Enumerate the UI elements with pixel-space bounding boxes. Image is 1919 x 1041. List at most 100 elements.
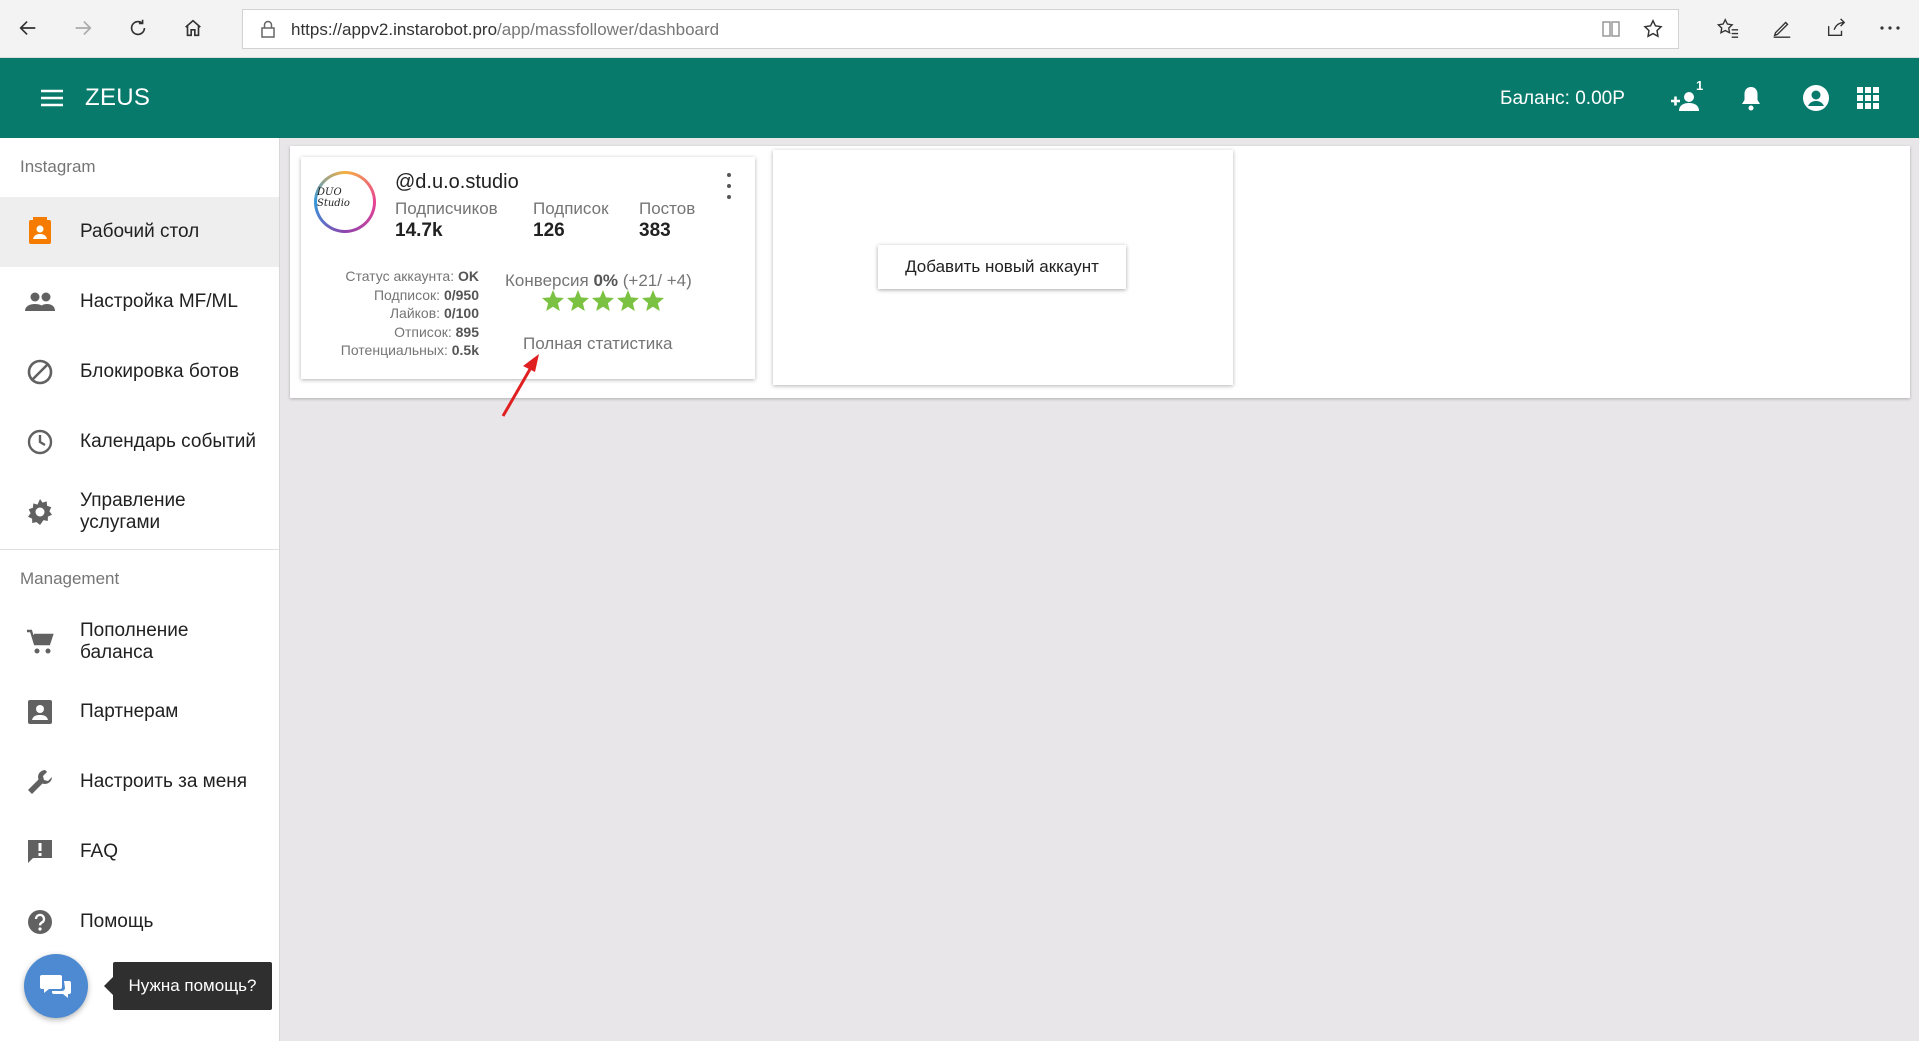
- sidebar-item-dashboard[interactable]: Рабочий стол: [0, 197, 279, 267]
- kebab-dot: [727, 184, 731, 188]
- back-button[interactable]: [10, 10, 46, 46]
- star-icon: [592, 290, 614, 311]
- cart-icon: [24, 626, 56, 658]
- brand-title: ZEUS: [85, 84, 151, 111]
- menu-button[interactable]: [34, 80, 70, 116]
- kebab-dot: [727, 195, 731, 199]
- sidebar-item-topup[interactable]: Пополнение баланса: [0, 607, 279, 677]
- rating-stars: [541, 290, 665, 312]
- sidebar-item-label: Настройка MF/ML: [80, 291, 238, 312]
- forward-arrow-icon: [75, 20, 92, 36]
- following-value: 126: [533, 220, 565, 241]
- sidebar-item-label: Партнерам: [80, 701, 179, 722]
- account-handle[interactable]: @d.u.o.studio: [395, 171, 519, 194]
- add-account-card: Добавить новый аккаунт: [773, 150, 1233, 385]
- more-button[interactable]: [1872, 10, 1908, 46]
- refresh-icon: [130, 19, 146, 36]
- profile-button[interactable]: [1798, 80, 1834, 116]
- follows-row: Подписок: 0/950: [373, 286, 479, 303]
- browser-toolbar: https://appv2.instarobot.pro/app/massfol…: [0, 0, 1919, 58]
- star-icon: [642, 290, 664, 311]
- home-icon: [185, 19, 201, 37]
- bell-icon: [1742, 87, 1760, 111]
- favorites-hub-button[interactable]: [1710, 10, 1746, 46]
- home-button[interactable]: [175, 10, 211, 46]
- avatar-logo-sub: [344, 211, 345, 217]
- card-menu-button[interactable]: [721, 173, 737, 199]
- kebab-dot: [727, 173, 731, 177]
- notes-button[interactable]: [1764, 10, 1800, 46]
- app-header: ZEUS Баланс: 0.00P 1: [0, 58, 1919, 138]
- gear-icon: [24, 496, 56, 528]
- sidebar-item-label: Управление услугами: [80, 490, 186, 533]
- sidebar-item-faq[interactable]: FAQ: [0, 817, 279, 887]
- account-card: DUO Studio @d.u.o.studio Подписчиков 14.…: [301, 157, 755, 379]
- share-icon: [1827, 18, 1846, 37]
- account-status-block: Статус аккаунта: OK Подписок: 0/950 Лайк…: [311, 267, 479, 360]
- star-icon: [567, 290, 589, 311]
- forward-button[interactable]: [65, 10, 101, 46]
- apps-button[interactable]: [1850, 80, 1886, 116]
- likes-row: Лайков: 0/100: [389, 305, 479, 321]
- favorite-star-icon[interactable]: [1642, 18, 1664, 40]
- address-bar[interactable]: https://appv2.instarobot.pro/app/massfol…: [242, 9, 1679, 49]
- account-circle-icon: [1803, 85, 1829, 111]
- sidebar-item-mf-ml[interactable]: Настройка MF/ML: [0, 267, 279, 337]
- share-button[interactable]: [1818, 10, 1854, 46]
- sidebar-item-calendar[interactable]: Календарь событий: [0, 407, 279, 477]
- following-label: Подписок: [533, 199, 609, 218]
- annotation-arrow-icon: [501, 354, 539, 417]
- followers-value: 14.7k: [395, 220, 443, 241]
- back-arrow-icon: [19, 20, 36, 36]
- reading-view-icon[interactable]: [1601, 20, 1621, 38]
- avatar-inner: DUO Studio: [317, 174, 373, 230]
- star-icon: [542, 290, 564, 311]
- sidebar: Instagram Рабочий стол Настройка MF/ML Б…: [0, 138, 280, 1041]
- account-avatar[interactable]: DUO Studio: [314, 171, 376, 233]
- add-user-badge: 1: [1696, 78, 1704, 93]
- sidebar-item-label: Настроить за меня: [80, 771, 248, 792]
- people-icon: [24, 286, 56, 318]
- sidebar-item-label: Пополнение баланса: [80, 620, 189, 663]
- posts-value: 383: [639, 220, 671, 241]
- help-icon: [24, 906, 56, 938]
- chat-bubbles-icon: [40, 975, 71, 998]
- pen-icon: [1773, 21, 1791, 38]
- url-text: https://appv2.instarobot.pro/app/massfol…: [291, 20, 720, 39]
- section-title-management: Management: [20, 569, 120, 588]
- sidebar-item-setup-for-me[interactable]: Настроить за меня: [0, 747, 279, 817]
- add-user-button[interactable]: 1: [1668, 78, 1704, 116]
- sidebar-item-help[interactable]: Помощь: [0, 887, 279, 957]
- star-icon: [617, 290, 639, 311]
- chat-button[interactable]: [24, 954, 88, 1018]
- followers-label: Подписчиков: [395, 199, 498, 218]
- sidebar-item-bot-block[interactable]: Блокировка ботов: [0, 337, 279, 407]
- hamburger-icon: [41, 89, 63, 107]
- sidebar-item-label: Помощь: [80, 911, 154, 932]
- section-title-instagram: Instagram: [20, 157, 96, 176]
- unfollows-row: Отписок: 895: [394, 323, 479, 340]
- full-stats-link[interactable]: Полная статистика: [523, 334, 673, 354]
- notifications-button[interactable]: [1733, 80, 1769, 116]
- contact-icon: [24, 696, 56, 728]
- more-dots-icon: [1880, 26, 1900, 30]
- sidebar-item-label: Рабочий стол: [80, 221, 200, 242]
- favorites-list-icon: [1716, 18, 1739, 38]
- add-account-button[interactable]: Добавить новый аккаунт: [878, 245, 1126, 289]
- sidebar-item-label: Календарь событий: [80, 431, 256, 452]
- block-icon: [24, 356, 56, 388]
- dashboard-icon: [24, 216, 56, 248]
- potential-row: Потенциальных: 0.5k: [340, 342, 479, 358]
- sidebar-item-label: FAQ: [80, 841, 119, 862]
- balance-text[interactable]: Баланс: 0.00P: [1500, 88, 1625, 110]
- wrench-icon: [24, 766, 56, 798]
- status-row: Статус аккаунта: OK: [345, 268, 479, 284]
- sidebar-item-partners[interactable]: Партнерам: [0, 677, 279, 747]
- sidebar-item-services[interactable]: Управление услугами: [0, 477, 279, 547]
- lock-icon: [261, 20, 275, 38]
- apps-grid-icon: [1857, 87, 1879, 109]
- conversion-text: Конверсия 0% (+21/ +4): [505, 271, 692, 290]
- clock-icon: [24, 426, 56, 458]
- sidebar-item-label: Блокировка ботов: [80, 361, 240, 382]
- refresh-button[interactable]: [120, 10, 156, 46]
